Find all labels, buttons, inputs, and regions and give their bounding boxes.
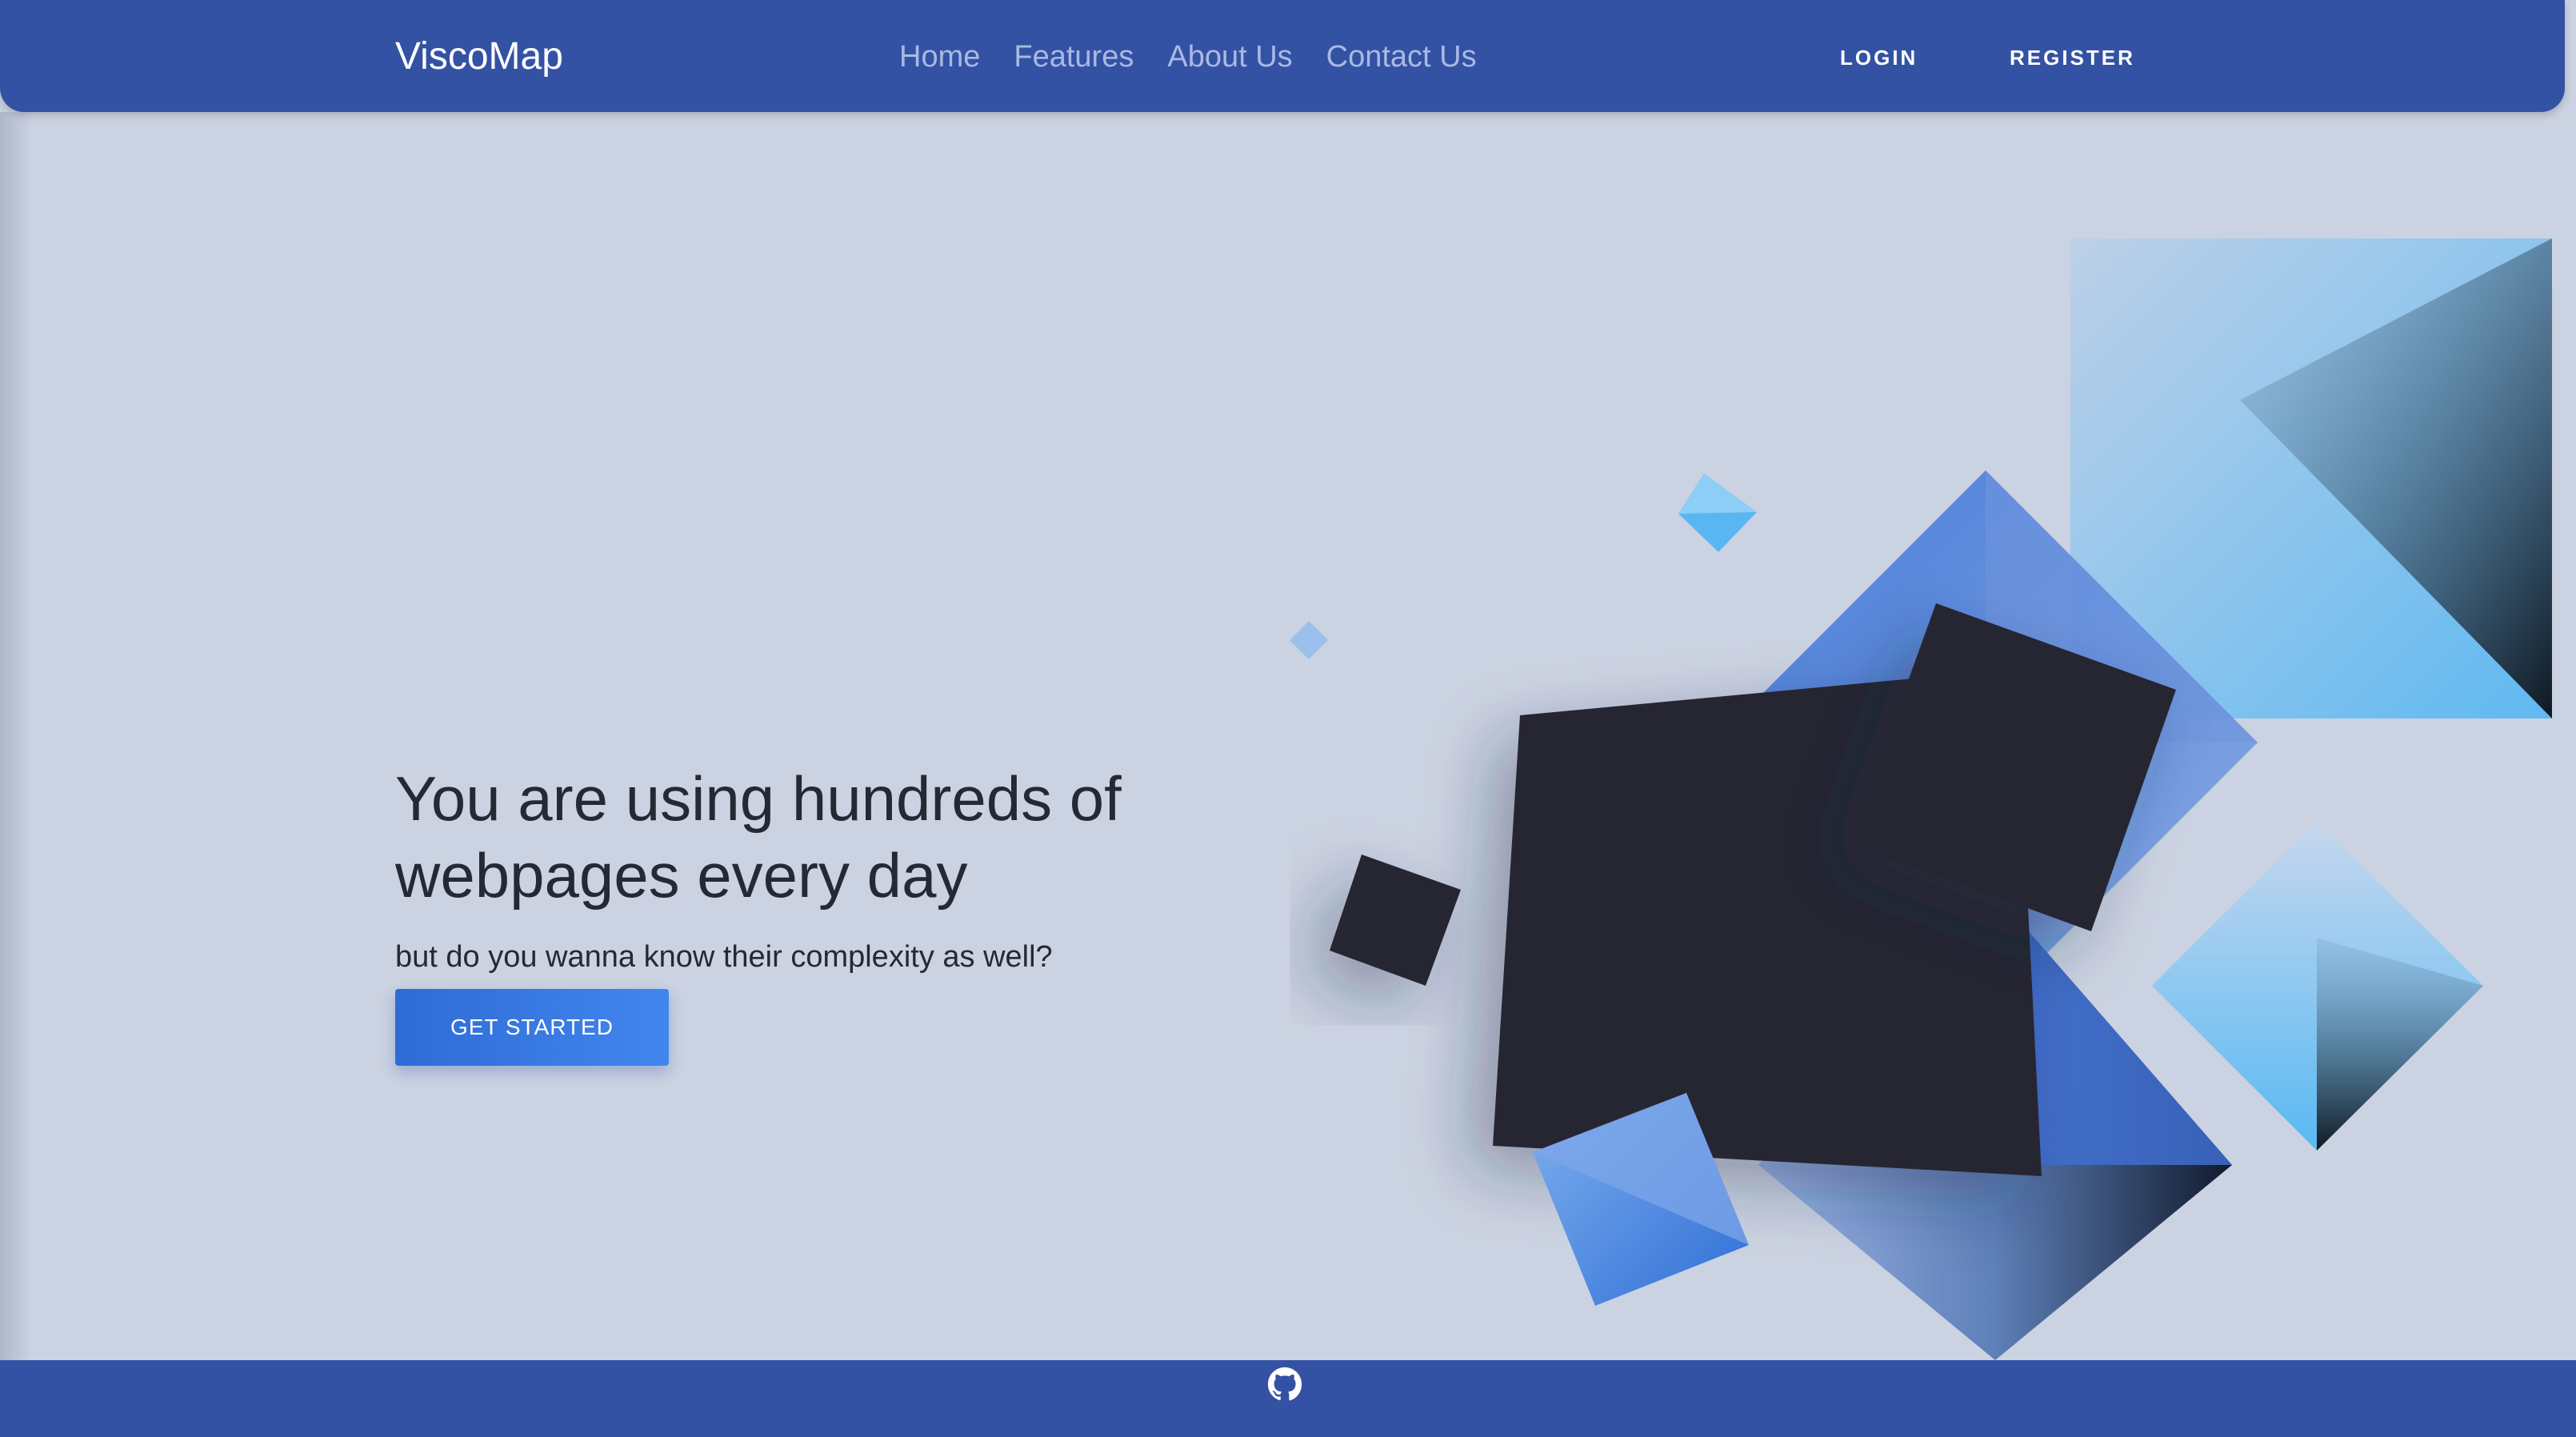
main-nav: Home Features About Us Contact Us — [899, 32, 1477, 82]
hero-geometric-illustration — [1290, 238, 2552, 1360]
nav-link-contact-us[interactable]: Contact Us — [1326, 32, 1477, 82]
register-link[interactable]: REGISTER — [2010, 42, 2135, 74]
get-started-button[interactable]: GET STARTED — [395, 989, 669, 1066]
github-icon[interactable] — [1267, 1367, 1302, 1402]
hero-title: You are using hundreds of webpages every… — [395, 763, 1122, 911]
brand-logo-link[interactable]: ViscoMap — [395, 30, 563, 83]
login-link[interactable]: LOGIN — [1840, 42, 1918, 74]
top-navbar: ViscoMap Home Features About Us Contact … — [0, 0, 2565, 112]
nav-link-about-us[interactable]: About Us — [1167, 32, 1292, 82]
hero-subtitle: but do you wanna know their complexity a… — [395, 940, 1053, 974]
nav-link-features[interactable]: Features — [1014, 32, 1134, 82]
nav-link-home[interactable]: Home — [899, 32, 980, 82]
left-edge-shadow — [0, 112, 32, 1360]
